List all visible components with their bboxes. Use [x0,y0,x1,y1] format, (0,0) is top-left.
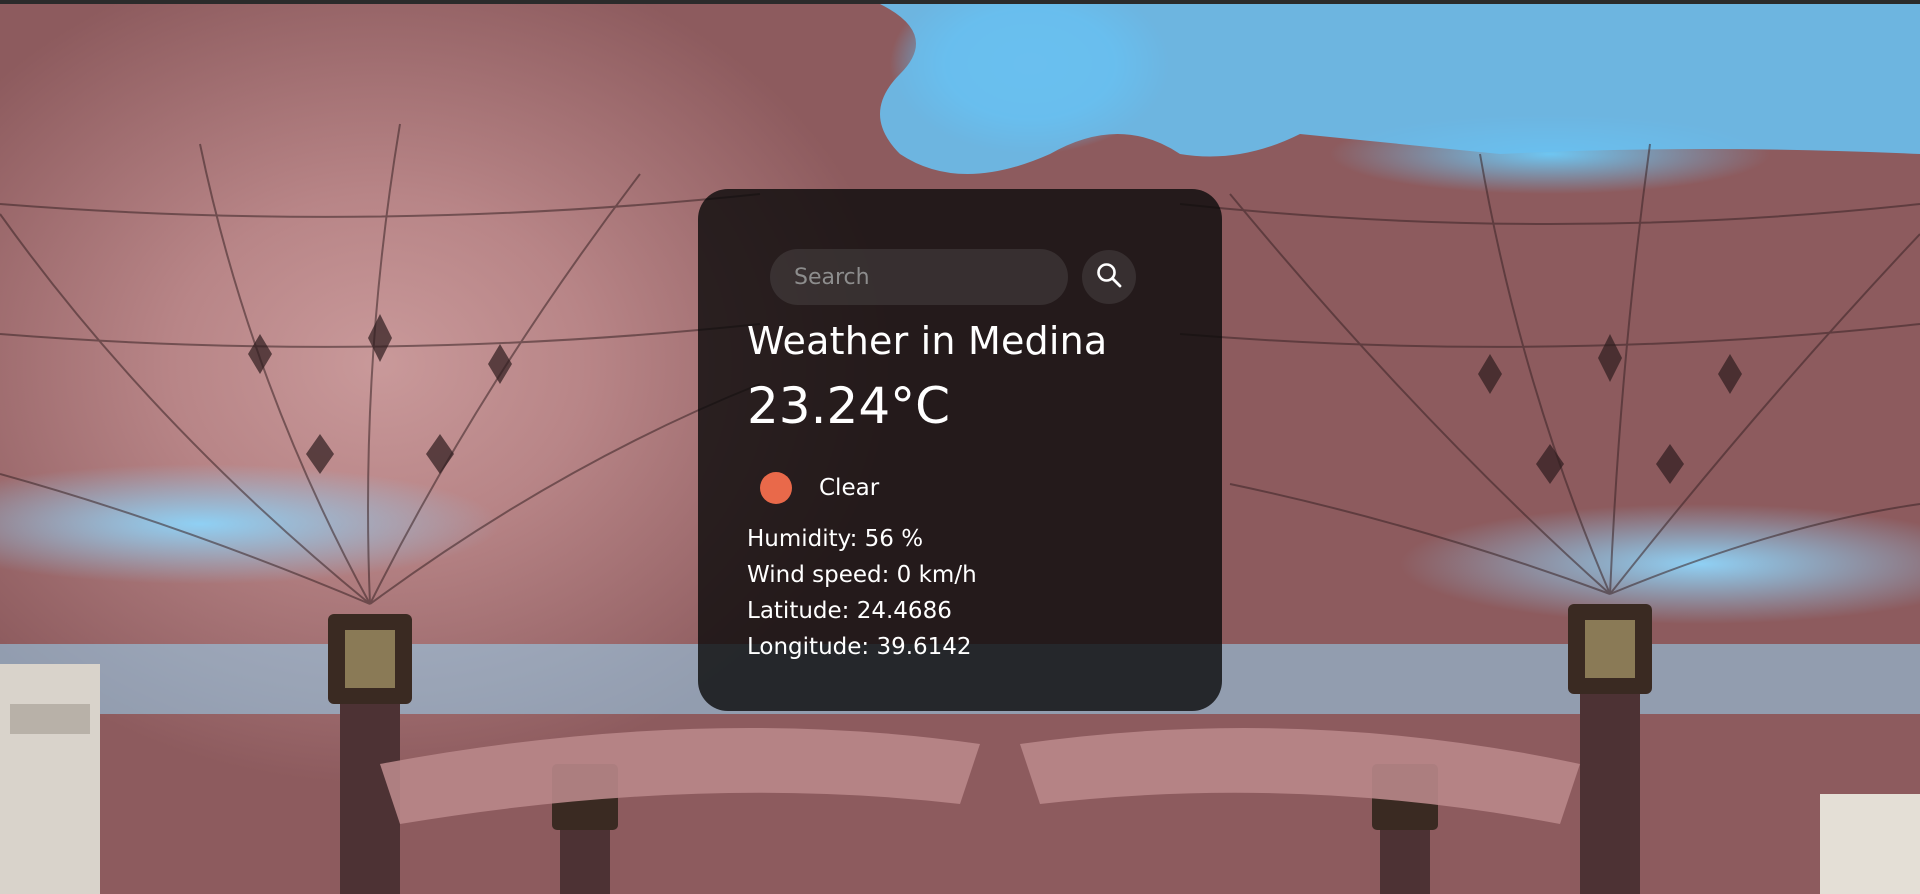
clear-sun-icon [760,472,792,504]
longitude: Longitude: 39.6142 [747,634,972,660]
search-icon [1095,261,1123,293]
search-bar [770,249,1136,305]
weather-details: Humidity: 56 % Wind speed: 0 km/h Latitu… [747,521,977,665]
weather-card: Weather in Medina 23.24°C Clear Humidity… [698,189,1222,711]
top-strip [0,0,1920,4]
weather-condition: Clear [760,472,879,504]
search-button[interactable] [1082,250,1136,304]
city-title: Weather in Medina [747,319,1108,363]
latitude: Latitude: 24.4686 [747,598,952,624]
search-input[interactable] [770,249,1068,305]
wind-speed: Wind speed: 0 km/h [747,562,977,588]
temperature: 23.24°C [747,377,951,435]
condition-label: Clear [819,475,880,501]
humidity: Humidity: 56 % [747,526,924,552]
